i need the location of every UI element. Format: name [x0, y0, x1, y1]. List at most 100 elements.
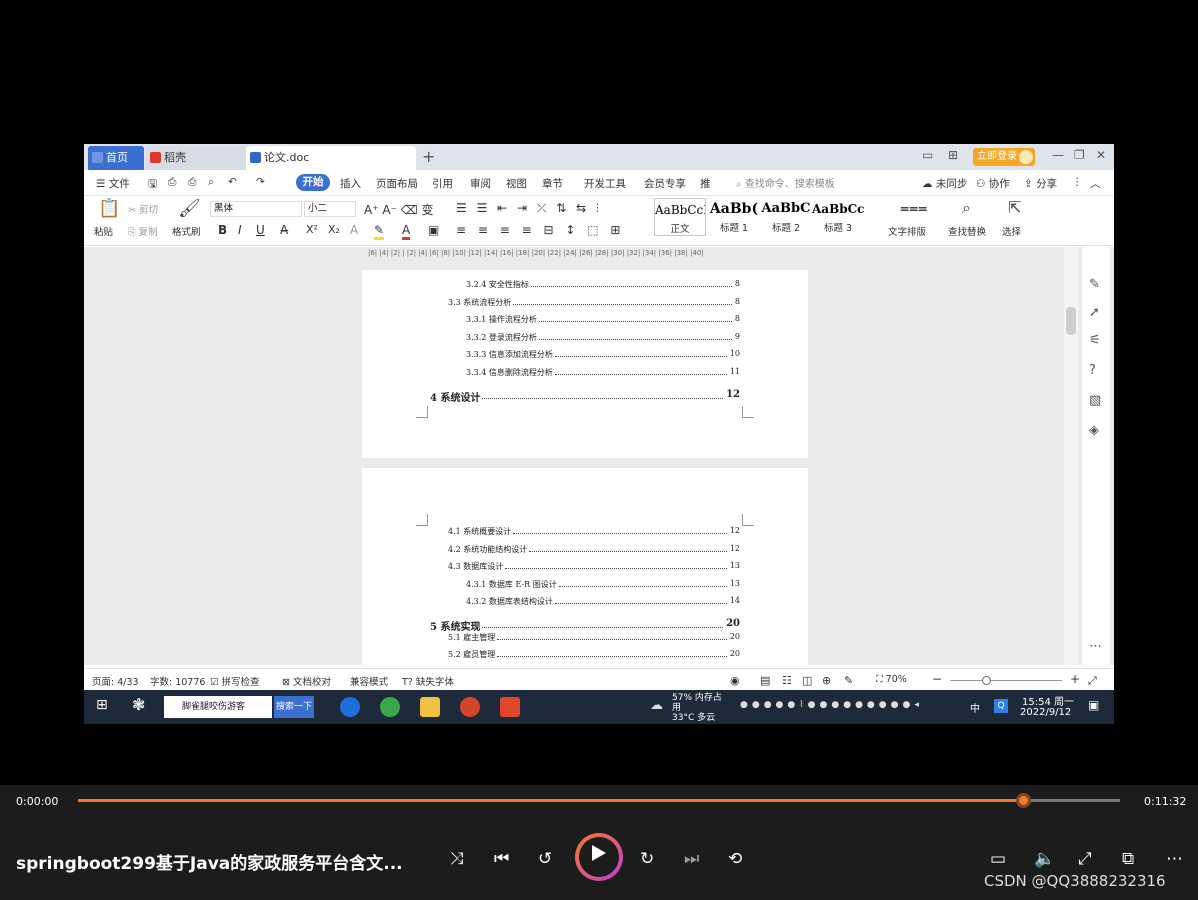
undo-icon[interactable]: ↶: [228, 176, 237, 188]
taskbar-search-input[interactable]: 脚雀腿咬伤游客: [164, 696, 272, 718]
zoom-slider-thumb[interactable]: [982, 676, 991, 685]
zoom-level[interactable]: ⛶ 70%: [876, 674, 907, 685]
style-heading3[interactable]: AaBbCcI 标题 3: [812, 198, 864, 236]
list-tools-icon[interactable]: ☰ ☰ ⇤ ⇥ ⤫ ⇅ ⇆ ⫶: [456, 201, 602, 216]
file-menu[interactable]: ☰ 文件: [96, 176, 130, 191]
more-icon[interactable]: ⋮: [1072, 176, 1083, 188]
volume-icon[interactable]: 🔈: [1034, 849, 1055, 869]
bold-icon[interactable]: B: [218, 223, 227, 237]
highlight-icon[interactable]: ✎: [374, 223, 385, 240]
menu-insert[interactable]: 插入: [340, 176, 361, 191]
format-painter-button[interactable]: 格式刷: [172, 224, 201, 238]
document-page[interactable]: 4.1 系统概要设计 12 4.2 系统功能结构设计 12 4.3 数据库设计 13 4.3…: [362, 468, 808, 668]
reading-mode-icon[interactable]: ▭: [922, 148, 933, 162]
vertical-scrollbar[interactable]: [1064, 247, 1078, 665]
save-icon[interactable]: 🖫: [148, 176, 157, 194]
strikethrough-icon[interactable]: A̶: [280, 223, 288, 237]
toc-entry[interactable]: 3.3.3 信息添加流程分析 10: [466, 349, 740, 361]
edit-pen-icon[interactable]: ✎: [1089, 277, 1100, 292]
collab-button[interactable]: ⚇ 协作: [976, 176, 1010, 191]
cut-button[interactable]: ✂ 剪切: [128, 202, 158, 216]
cursor-icon[interactable]: ➚: [1089, 305, 1100, 320]
write-view-icon[interactable]: ✎: [844, 674, 853, 687]
redo-icon[interactable]: ↷: [256, 176, 265, 188]
outline-view-icon[interactable]: ☷: [782, 674, 792, 687]
toc-entry[interactable]: 4.3 数据库设计 13: [448, 561, 740, 573]
app-red-icon[interactable]: [460, 697, 480, 717]
shuffle-icon[interactable]: ⤨: [450, 849, 464, 869]
loop-off-icon[interactable]: ⟲: [728, 849, 742, 869]
paste-icon[interactable]: 📋: [98, 198, 120, 219]
collapse-ribbon-icon[interactable]: ︿: [1090, 176, 1101, 191]
progress-knob[interactable]: [1016, 793, 1032, 808]
select-cursor-icon[interactable]: ⇱: [1008, 198, 1021, 217]
previous-icon[interactable]: ⏮: [494, 849, 509, 869]
web-view-icon[interactable]: ⊕: [822, 674, 831, 687]
menu-developer[interactable]: 开发工具: [584, 176, 626, 191]
qq-icon[interactable]: Q: [994, 699, 1008, 713]
fullscreen-icon[interactable]: ⤢: [1088, 674, 1097, 688]
zoom-in-icon[interactable]: +: [1070, 672, 1080, 686]
font-size-select[interactable]: 小二: [304, 201, 356, 217]
file-explorer-icon[interactable]: [420, 697, 440, 717]
doc-proof-button[interactable]: ⊠ 文档校对: [282, 674, 331, 688]
toc-entry[interactable]: 3.2.4 安全性指标 8: [466, 279, 740, 291]
toc-entry[interactable]: 5.2 雇员管理 20: [448, 649, 740, 661]
menu-more[interactable]: 推: [700, 176, 711, 191]
help-icon[interactable]: ?: [1089, 363, 1096, 378]
page-view-icon[interactable]: ▤: [760, 674, 770, 687]
tab-home[interactable]: 首页: [88, 146, 144, 170]
menu-chapter[interactable]: 章节: [542, 176, 563, 191]
font-color-icon[interactable]: A: [402, 223, 411, 240]
underline-icon[interactable]: U: [256, 223, 265, 237]
text-layout-icon[interactable]: ⩶: [900, 198, 927, 218]
select-button[interactable]: 选择: [1002, 224, 1021, 238]
align-tools-icon[interactable]: ≡ ≡ ≡ ≡ ⊟ ↕ ⬚ ⊞: [456, 223, 624, 237]
login-button[interactable]: 立即登录: [973, 148, 1035, 166]
compat-mode[interactable]: 兼容模式: [350, 674, 388, 688]
adjust-icon[interactable]: ⚟: [1089, 333, 1101, 348]
location-icon[interactable]: ◈: [1089, 423, 1099, 438]
forward-30-icon[interactable]: ↻: [640, 849, 654, 869]
style-normal[interactable]: AaBbCcI 正文: [654, 198, 706, 236]
paste-button[interactable]: 粘贴: [94, 224, 113, 238]
wps-office-icon[interactable]: [500, 697, 520, 717]
toc-entry[interactable]: 5 系统实现 20: [430, 618, 740, 633]
notification-icon[interactable]: ▣: [1088, 698, 1099, 712]
toc-entry[interactable]: 4.3.2 数据库表结构设计 14: [466, 596, 740, 608]
next-icon[interactable]: ⏭: [684, 849, 699, 869]
tab-document[interactable]: 论文.doc: [246, 146, 416, 170]
char-border-icon[interactable]: ▣: [428, 223, 439, 237]
font-name-select[interactable]: 黑体: [210, 201, 302, 217]
italic-icon[interactable]: I: [238, 223, 242, 237]
scroll-thumb[interactable]: [1066, 307, 1076, 335]
export-pdf-icon[interactable]: ⎙: [168, 176, 176, 189]
toc-entry[interactable]: 3.3.2 登录流程分析 9: [466, 332, 740, 344]
spell-check-button[interactable]: ☑ 拼写检查: [210, 674, 260, 688]
menu-member[interactable]: 会员专享: [644, 176, 686, 191]
app-360-icon[interactable]: ❃: [132, 695, 145, 714]
windows-start-icon[interactable]: ⊞: [96, 697, 108, 713]
taskbar-search-button[interactable]: 搜索一下: [274, 696, 314, 718]
more-options-icon[interactable]: ⋯: [1166, 849, 1183, 869]
clock-date[interactable]: 2022/9/12: [1020, 707, 1071, 718]
style-heading2[interactable]: AaBbC 标题 2: [760, 198, 812, 236]
fullscreen-icon[interactable]: ⤢: [1078, 849, 1092, 869]
zoom-slider[interactable]: [950, 676, 1062, 685]
toc-entry[interactable]: 4 系统设计 12: [430, 389, 740, 404]
command-search[interactable]: ⌕ 查找命令、搜索模板: [736, 175, 835, 190]
horizontal-ruler[interactable]: |6| |4| |2| | |2| |4| |6| |8| |10| |12| …: [368, 249, 808, 261]
grow-font-icon[interactable]: A⁺ A⁻ ⌫ 变: [364, 201, 434, 218]
sync-status[interactable]: ☁ 未同步: [922, 176, 967, 191]
toc-entry[interactable]: 4.1 系统概要设计 12: [448, 526, 740, 538]
find-replace-icon[interactable]: ⌕: [962, 198, 971, 218]
menu-start[interactable]: 开始: [296, 174, 330, 191]
copy-button[interactable]: ⎘ 复制: [128, 224, 158, 238]
superscript-icon[interactable]: X²: [306, 223, 318, 236]
text-effect-icon[interactable]: A: [350, 223, 358, 237]
preview-icon[interactable]: ⌕: [208, 176, 214, 189]
toc-entry[interactable]: 4.3.1 数据库 E-R 图设计 13: [466, 579, 740, 591]
menu-references[interactable]: 引用: [432, 176, 453, 191]
toc-entry[interactable]: 4.2 系统功能结构设计 12: [448, 544, 740, 556]
ie-browser-icon[interactable]: [340, 697, 360, 717]
